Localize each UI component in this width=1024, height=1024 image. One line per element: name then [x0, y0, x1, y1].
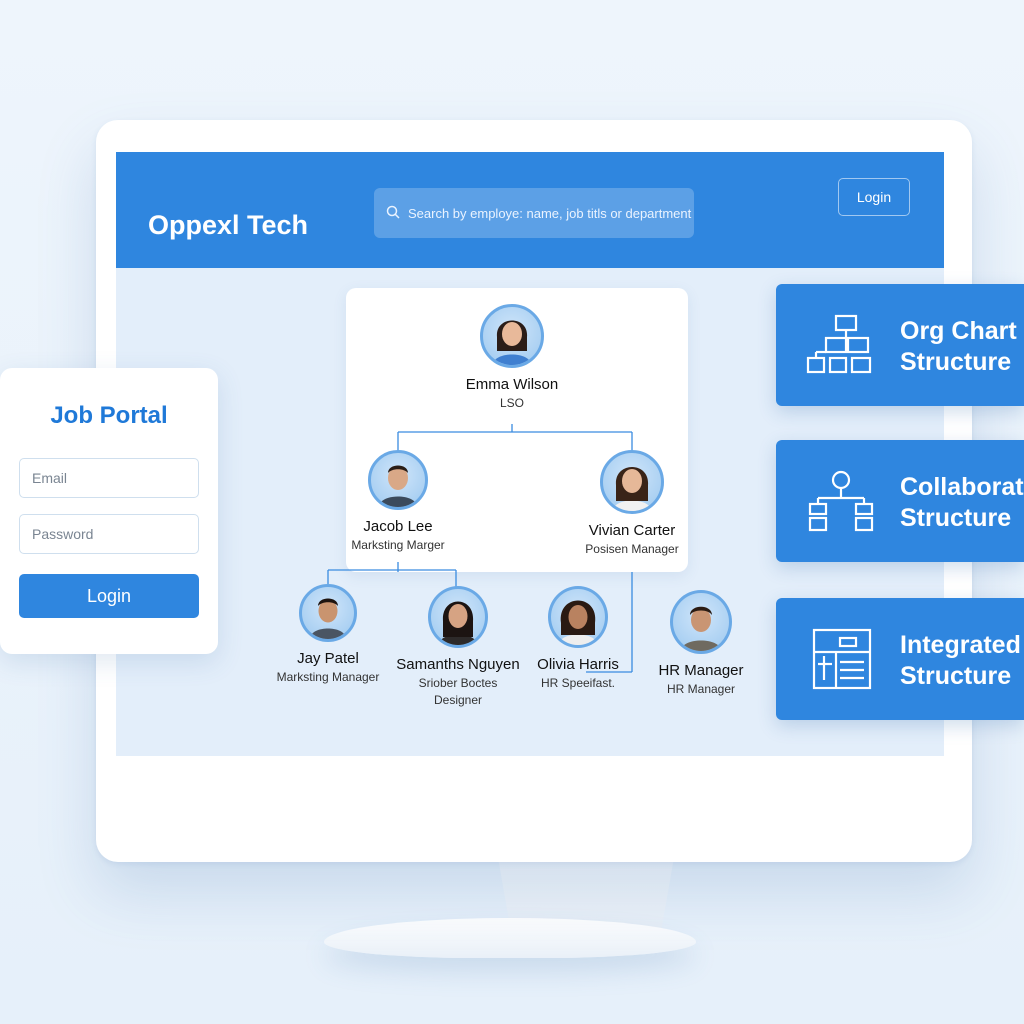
feature-label-line1: Collaborat	[900, 473, 1024, 501]
person-role: LSO	[499, 396, 524, 410]
avatar	[428, 586, 488, 648]
person-role: Marksting Manager	[276, 670, 380, 684]
org-node-jay-patel[interactable]: Jay Patel Marksting Manager	[268, 584, 388, 684]
person-role-continued: Designer	[433, 693, 483, 707]
job-portal-login-panel: Job Portal Login	[0, 368, 218, 654]
person-name: Vivian Carter	[588, 522, 676, 539]
person-role: Marksting Marger	[351, 538, 445, 552]
email-field[interactable]	[19, 458, 199, 498]
feature-card-collaboration[interactable]: Collaborat Structure	[776, 440, 1024, 562]
feature-label: Org Chart Structure	[900, 316, 1017, 378]
feature-card-org-chart[interactable]: Org Chart Structure	[776, 284, 1024, 406]
avatar	[480, 304, 544, 368]
avatar	[299, 584, 357, 642]
male-avatar-icon	[681, 606, 721, 651]
org-node-olivia-harris[interactable]: Olivia Harris HR Speeifast.	[518, 586, 638, 690]
org-chart-icon	[806, 314, 872, 374]
person-name: Emma Wilson	[465, 376, 559, 393]
feature-label-line1: Integrated	[900, 631, 1021, 659]
person-role: Sriober Boctes	[418, 676, 498, 690]
integrated-icon	[812, 628, 872, 690]
monitor-stand-base	[324, 918, 696, 958]
feature-label: Collaborat Structure	[900, 472, 1024, 534]
person-name: Jay Patel	[297, 650, 359, 667]
org-node-jacob-lee[interactable]: Jacob Lee Marksting Marger	[338, 450, 458, 552]
feature-label-line2: Structure	[900, 662, 1012, 690]
collaboration-icon	[808, 470, 874, 532]
female-avatar-icon	[493, 320, 531, 365]
person-name: HR Manager	[658, 662, 744, 679]
org-node-hr-manager[interactable]: HR Manager HR Manager	[642, 590, 760, 696]
person-name: Samanths Nguyen	[396, 656, 520, 673]
org-node-samanths-nguyen[interactable]: Samanths Nguyen Sriober Boctes Designer	[396, 586, 520, 707]
female-avatar-icon	[559, 600, 597, 645]
person-name: Olivia Harris	[537, 656, 619, 673]
male-avatar-icon	[310, 598, 346, 639]
avatar	[368, 450, 428, 510]
feature-label-line1: Org Chart	[900, 317, 1017, 345]
password-field[interactable]	[19, 514, 199, 554]
avatar	[600, 450, 664, 514]
avatar	[670, 590, 732, 654]
person-name: Jacob Lee	[363, 518, 433, 535]
login-button[interactable]: Login	[19, 574, 199, 618]
feature-label-line2: Structure	[900, 504, 1012, 532]
job-portal-title: Job Portal	[50, 402, 168, 429]
male-avatar-icon	[379, 465, 417, 507]
female-avatar-icon	[613, 467, 651, 511]
org-node-ceo[interactable]: Emma Wilson LSO	[442, 304, 582, 410]
feature-label: Integrated Structure	[900, 630, 1021, 692]
person-role: Posisen Manager	[585, 542, 679, 556]
female-avatar-icon	[439, 601, 477, 645]
feature-card-integrated[interactable]: Integrated Structure	[776, 598, 1024, 720]
person-role: HR Speeifast.	[540, 676, 616, 690]
feature-label-line2: Structure	[900, 348, 1012, 376]
person-role: HR Manager	[666, 682, 736, 696]
avatar	[548, 586, 608, 648]
org-node-vivian-carter[interactable]: Vivian Carter Posisen Manager	[572, 450, 692, 556]
